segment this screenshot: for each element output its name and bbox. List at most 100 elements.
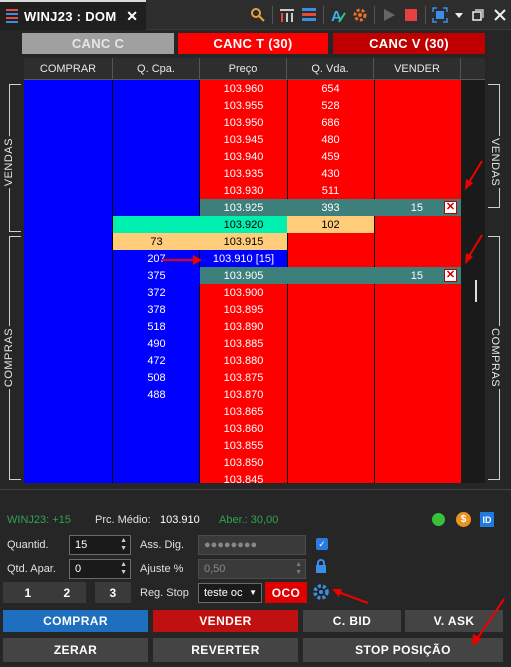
stop-icon[interactable] [400, 4, 422, 26]
q-cpa-cell [113, 80, 200, 97]
settings-icon[interactable] [349, 4, 371, 26]
reg-stop-select[interactable]: teste oc ▼ [198, 583, 262, 603]
vender-cell[interactable] [374, 131, 461, 148]
vender-cell[interactable] [374, 97, 461, 114]
q-vda-cell: 654 [321, 82, 340, 95]
ajuste-input[interactable]: 0,50 ▲ ▼ [198, 559, 306, 579]
annotation-arrow-x1 [465, 160, 483, 190]
connection-status-icon [432, 513, 445, 526]
qtd-apar-stepper[interactable]: ▲ ▼ [120, 561, 127, 577]
close-window-icon[interactable] [489, 4, 511, 26]
annotation-arrow-stop [472, 598, 505, 646]
price-cell: 103.940 [223, 150, 264, 163]
scrollbar-thumb[interactable] [475, 280, 477, 302]
vender-button[interactable]: VENDER [153, 610, 298, 632]
price-cell: 103.865 [223, 405, 264, 418]
oco-button[interactable]: OCO [265, 582, 307, 603]
q-cpa-cell [113, 420, 200, 437]
ass-dig-checkbox[interactable]: ✓ [316, 538, 328, 550]
quantid-stepper[interactable]: ▲ ▼ [120, 537, 127, 553]
price-cell: 103.955 [223, 99, 264, 112]
vender-cell[interactable] [374, 335, 461, 352]
reverter-button[interactable]: REVERTER [153, 638, 298, 662]
vender-cell[interactable] [374, 301, 461, 318]
dom-ladder-icon [6, 9, 18, 23]
dropdown-icon[interactable] [451, 4, 467, 26]
price-cell: 103.860 [223, 422, 264, 435]
heatmap-grid-icon[interactable] [298, 4, 320, 26]
restore-icon[interactable] [467, 4, 489, 26]
header-q-vda: Q. Vda. [287, 58, 374, 80]
dom-window: WINJ23 : DOM ✕ A CANC C CANC T (30) CANC… [0, 0, 511, 667]
ajuste-label: Ajuste % [140, 563, 184, 575]
price-cell: 103.950 [223, 116, 264, 129]
lock-icon[interactable] [314, 558, 328, 574]
vender-cell[interactable] [374, 369, 461, 386]
q-cpa-cell: 73 [113, 233, 200, 250]
vender-cell[interactable] [374, 182, 461, 199]
magnify-tool-icon[interactable] [247, 4, 269, 26]
header-preco: Preço [200, 58, 287, 80]
fit-screen-icon[interactable] [429, 4, 451, 26]
vender-cell[interactable] [374, 386, 461, 403]
price-cell: 103.885 [223, 337, 264, 350]
header-q-cpa: Q. Cpa. [113, 58, 200, 80]
vender-cell[interactable] [374, 437, 461, 454]
scrollbar-track[interactable] [461, 80, 485, 483]
price-cell: 103.895 [223, 303, 264, 316]
vender-cell[interactable] [374, 216, 461, 233]
canc-v-button[interactable]: CANC V (30) [333, 33, 485, 54]
ass-dig-input[interactable]: ●●●●●●●● [198, 535, 306, 555]
vender-cell[interactable] [374, 454, 461, 471]
price-cell: 103.870 [223, 388, 264, 401]
q-vda-cell: 459 [321, 150, 340, 163]
quantid-input[interactable]: 15 ▲ ▼ [69, 535, 131, 555]
vender-cell[interactable] [374, 165, 461, 182]
q-cpa-cell: 378 [147, 303, 166, 316]
id-icon[interactable]: ID [480, 512, 494, 527]
q-cpa-cell [113, 471, 200, 483]
cancel-order-icon[interactable]: ✕ [444, 201, 457, 214]
c-bid-button[interactable]: C. BID [303, 610, 401, 632]
tab-dom[interactable]: WINJ23 : DOM ✕ [0, 0, 146, 30]
q-cpa-cell [113, 165, 200, 182]
q-vda-cell: 480 [321, 133, 340, 146]
bar-chart-icon[interactable] [276, 4, 298, 26]
header-spacer [461, 58, 485, 80]
dollar-icon[interactable]: $ [456, 512, 471, 527]
canc-c-button[interactable]: CANC C [22, 33, 174, 54]
vender-cell[interactable] [374, 233, 461, 250]
qtd-apar-input[interactable]: 0 ▲ ▼ [69, 559, 131, 579]
quick-qty-3-button[interactable]: 3 [95, 582, 131, 603]
q-vda-cell [287, 318, 374, 335]
vender-cell[interactable] [374, 352, 461, 369]
vender-cell[interactable] [374, 471, 461, 483]
comprar-column[interactable] [24, 80, 113, 483]
vender-cell[interactable] [374, 250, 461, 267]
price-cell: 103.920 [200, 216, 287, 233]
q-vda-cell: 430 [321, 167, 340, 180]
close-tab-icon[interactable]: ✕ [126, 8, 138, 25]
ajuste-stepper[interactable]: ▲ ▼ [295, 561, 302, 577]
vender-cell[interactable] [374, 80, 461, 97]
q-cpa-cell: 518 [147, 320, 166, 333]
quick-qty-1-button[interactable]: 1 [3, 582, 53, 603]
canc-t-button[interactable]: CANC T (30) [178, 33, 328, 54]
font-a-icon[interactable]: A [327, 4, 349, 26]
quick-qty-2-button[interactable]: 2 [48, 582, 86, 603]
vender-cell[interactable] [374, 284, 461, 301]
position-label: WINJ23: +15 [7, 514, 71, 526]
vender-cell[interactable] [374, 420, 461, 437]
toolbar: A [247, 0, 511, 30]
vender-cell[interactable] [374, 114, 461, 131]
vender-cell[interactable] [374, 148, 461, 165]
play-icon[interactable] [378, 4, 400, 26]
gear-icon[interactable] [312, 583, 330, 601]
cancel-order-icon[interactable]: ✕ [444, 269, 457, 282]
comprar-button[interactable]: COMPRAR [3, 610, 148, 632]
vender-cell[interactable] [374, 403, 461, 420]
zerar-button[interactable]: ZERAR [3, 638, 148, 662]
q-vda-cell [287, 250, 374, 267]
vendas-label-left: VENDAS [3, 136, 15, 189]
vender-cell[interactable] [374, 318, 461, 335]
